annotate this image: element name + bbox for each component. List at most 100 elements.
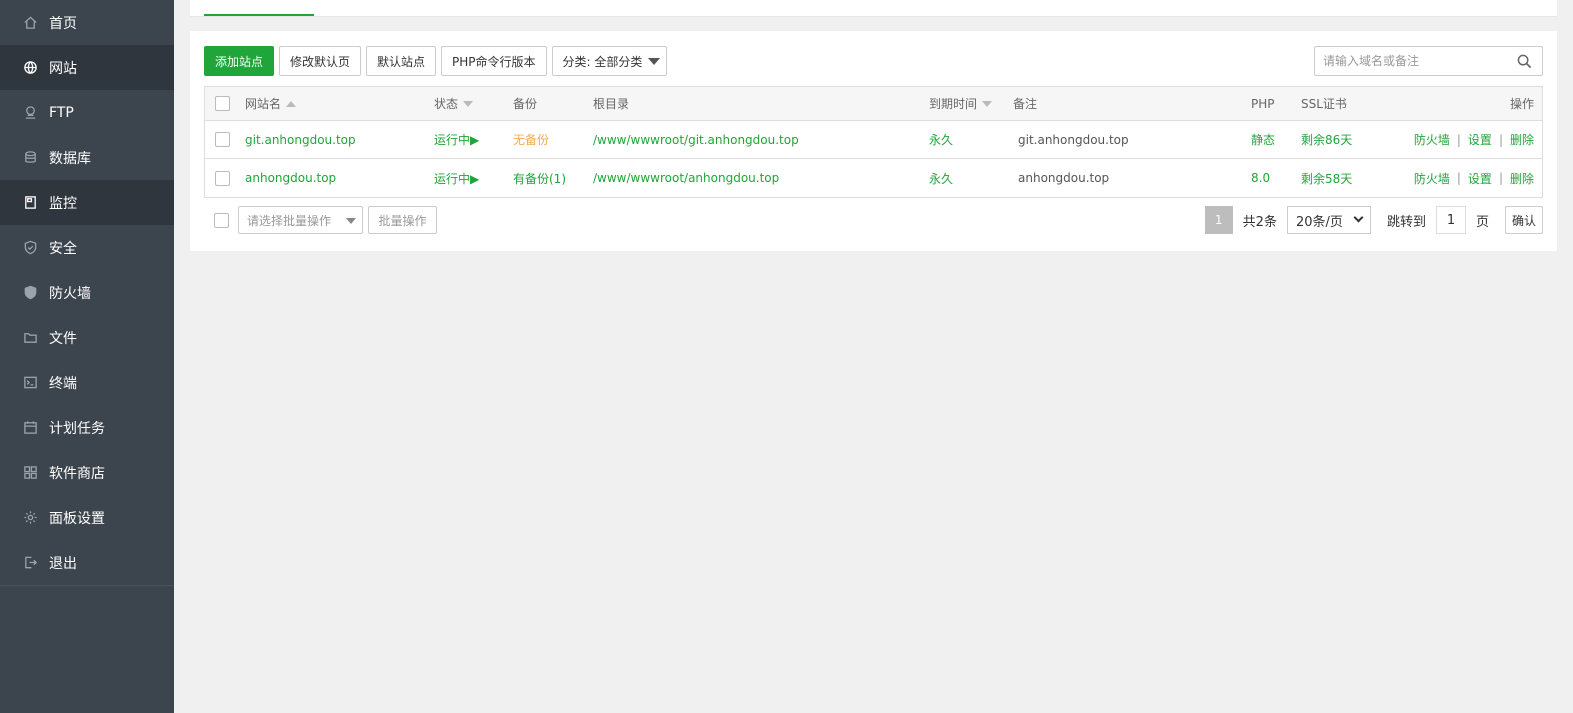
root-dir-link[interactable]: /www/wwwroot/anhongdou.top <box>593 159 779 197</box>
folder-icon <box>22 330 38 346</box>
ssl-link[interactable]: 剩余58天 <box>1301 159 1352 197</box>
sidebar-item-label: 网站 <box>49 60 77 77</box>
sidebar-item-label: 软件商店 <box>49 465 105 482</box>
expire-link[interactable]: 永久 <box>929 121 953 158</box>
row-actions: 防火墙 | 设置 | 删除 <box>1414 121 1534 158</box>
database-icon <box>22 150 38 166</box>
site-name-link[interactable]: anhongdou.top <box>245 159 336 197</box>
table-header: 网站名 状态 备份 根目录 到期时间 备注 PHP SSL证书 操作 <box>205 87 1542 121</box>
firewall-action-link[interactable]: 防火墙 <box>1414 170 1450 187</box>
logout-icon <box>22 555 38 571</box>
action-separator: | <box>1456 132 1461 147</box>
sidebar-item-panel-settings[interactable]: 面板设置 <box>0 495 174 540</box>
add-site-button[interactable]: 添加站点 <box>204 46 275 76</box>
page-number-current[interactable]: 1 <box>1204 206 1233 234</box>
sidebar-item-label: 计划任务 <box>49 420 105 437</box>
batch-operation-select[interactable]: 请选择批量操作 <box>238 206 363 234</box>
header-expire[interactable]: 到期时间 <box>929 87 993 120</box>
sidebar-item-firewall[interactable]: 防火墙 <box>0 270 174 315</box>
header-root-dir: 根目录 <box>593 97 630 111</box>
pagination: 1 共2条 20条/页 跳转到 1 页 确认 <box>1204 205 1543 235</box>
header-backup: 备份 <box>513 97 538 111</box>
sidebar-item-security[interactable]: 安全 <box>0 225 174 270</box>
sidebar-item-label: 面板设置 <box>49 510 105 527</box>
jump-page-input[interactable]: 1 <box>1435 206 1466 234</box>
table-row: anhongdou.top 运行中▶ 有备份(1) /www/wwwroot/a… <box>205 159 1542 197</box>
sidebar-item-monitor[interactable]: 监控 <box>0 180 174 225</box>
sidebar-item-cron[interactable]: 计划任务 <box>0 405 174 450</box>
header-expire-label: 到期时间 <box>929 97 978 111</box>
jump-confirm-button[interactable]: 确认 <box>1504 206 1543 234</box>
sidebar-item-label: 首页 <box>49 15 77 32</box>
status-toggle[interactable]: 运行中▶ <box>434 159 479 197</box>
expire-link[interactable]: 永久 <box>929 159 953 197</box>
search-input[interactable] <box>1315 47 1510 75</box>
globe-icon <box>22 60 38 76</box>
gear-icon <box>22 510 38 526</box>
status-toggle[interactable]: 运行中▶ <box>434 121 479 158</box>
header-site-name[interactable]: 网站名 <box>245 87 297 120</box>
page-unit-label: 页 <box>1475 214 1489 230</box>
sidebar-item-label: 监控 <box>49 195 77 212</box>
site-table: 网站名 状态 备份 根目录 到期时间 备注 PHP SSL证书 操作 git.a… <box>204 86 1543 198</box>
page-size-value: 20条/页 <box>1295 214 1343 230</box>
settings-action-link[interactable]: 设置 <box>1468 131 1492 148</box>
monitor-icon <box>22 195 38 211</box>
category-select[interactable]: 分类: 全部分类 <box>551 46 668 76</box>
select-all-checkbox[interactable] <box>215 96 230 111</box>
sidebar-item-label: 文件 <box>49 330 77 347</box>
row-checkbox[interactable] <box>215 170 230 186</box>
sidebar-item-app-store[interactable]: 软件商店 <box>0 450 174 495</box>
sidebar-item-websites[interactable]: 网站 <box>0 45 174 90</box>
sidebar-menu: 首页 网站 FTP 数据库 监控 安全 防火墙 文件 终端 计划任务 软件商店 … <box>0 0 174 585</box>
firewall-icon <box>22 285 38 301</box>
backup-link[interactable]: 无备份 <box>513 121 549 158</box>
sidebar-item-files[interactable]: 文件 <box>0 315 174 360</box>
table-footer: 请选择批量操作 批量操作 1 共2条 20条/页 跳转到 1 页 确认 <box>204 205 1543 235</box>
sidebar-item-logout[interactable]: 退出 <box>0 540 174 585</box>
apps-icon <box>22 465 38 481</box>
backup-link[interactable]: 有备份(1) <box>513 159 566 197</box>
remark-text[interactable]: anhongdou.top <box>1018 159 1109 197</box>
chevron-down-icon <box>1353 212 1364 223</box>
remark-text[interactable]: git.anhongdou.top <box>1018 121 1129 158</box>
calendar-icon <box>22 420 38 436</box>
active-tab-indicator <box>204 14 314 16</box>
batch-operation-button[interactable]: 批量操作 <box>368 206 437 234</box>
header-ssl: SSL证书 <box>1301 97 1347 111</box>
sidebar-footer <box>0 585 174 713</box>
top-tab-bar <box>190 0 1557 17</box>
php-version-link[interactable]: 8.0 <box>1251 159 1270 197</box>
header-status-label: 状态 <box>434 97 459 111</box>
edit-default-page-button[interactable]: 修改默认页 <box>279 46 362 76</box>
site-name-link[interactable]: git.anhongdou.top <box>245 121 356 158</box>
sidebar-item-database[interactable]: 数据库 <box>0 135 174 180</box>
search-icon[interactable] <box>1510 47 1538 75</box>
sidebar-item-terminal[interactable]: 终端 <box>0 360 174 405</box>
footer-select-all-checkbox[interactable] <box>214 213 229 228</box>
search-box <box>1314 46 1543 76</box>
row-checkbox[interactable] <box>215 132 230 147</box>
header-status[interactable]: 状态 <box>434 87 474 120</box>
ftp-icon <box>22 105 38 121</box>
sidebar-item-ftp[interactable]: FTP <box>0 90 174 135</box>
action-separator: | <box>1498 132 1503 147</box>
ssl-link[interactable]: 剩余86天 <box>1301 121 1352 158</box>
sidebar-item-home[interactable]: 首页 <box>0 0 174 45</box>
settings-action-link[interactable]: 设置 <box>1468 170 1492 187</box>
delete-action-link[interactable]: 删除 <box>1510 131 1534 148</box>
php-version-link[interactable]: 静态 <box>1251 121 1275 158</box>
home-icon <box>22 15 38 31</box>
firewall-action-link[interactable]: 防火墙 <box>1414 131 1450 148</box>
row-actions: 防火墙 | 设置 | 删除 <box>1414 159 1534 197</box>
jump-to-label: 跳转到 <box>1386 214 1426 230</box>
terminal-icon <box>22 375 38 391</box>
default-site-button[interactable]: 默认站点 <box>366 46 437 76</box>
sort-asc-icon <box>286 100 297 107</box>
php-cli-version-button[interactable]: PHP命令行版本 <box>441 46 547 76</box>
sidebar-item-label: FTP <box>49 104 74 121</box>
delete-action-link[interactable]: 删除 <box>1510 170 1534 187</box>
root-dir-link[interactable]: /www/wwwroot/git.anhongdou.top <box>593 121 799 158</box>
sort-desc-icon <box>463 100 474 107</box>
page-size-select[interactable]: 20条/页 <box>1286 206 1371 234</box>
